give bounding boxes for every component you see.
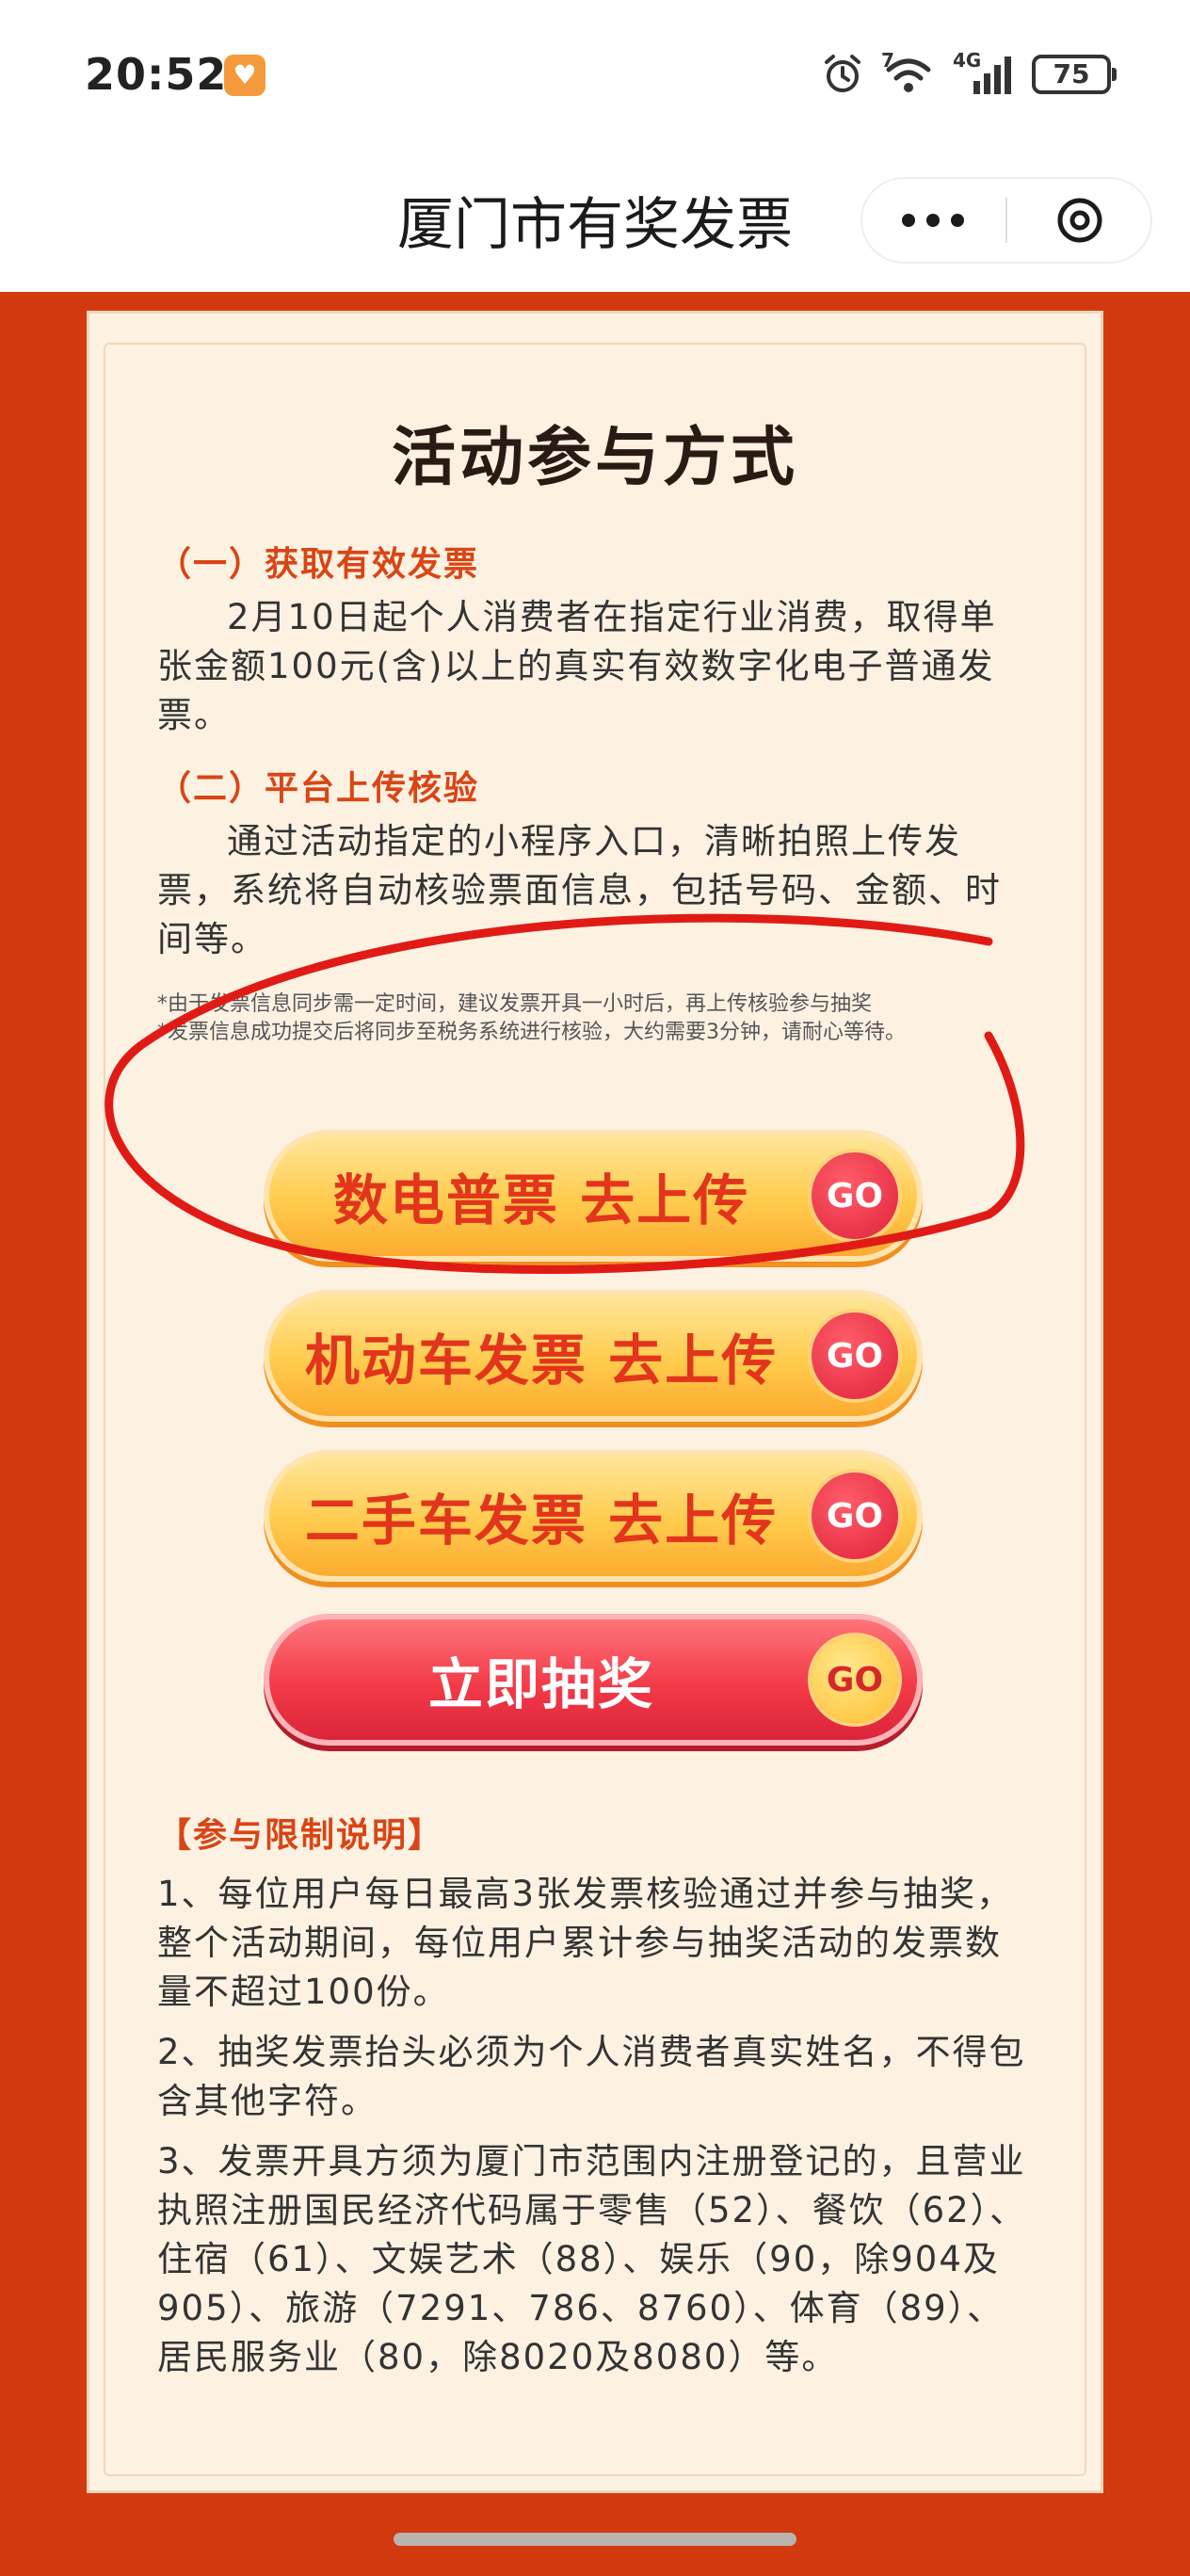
button-label: 机动车发票 去上传 bbox=[304, 1328, 779, 1393]
more-options-button[interactable] bbox=[860, 177, 1005, 264]
limits-item: 1、每位用户每日最高3张发票核验通过并参与抽奖，整个活动期间，每位用户累计参与抽… bbox=[157, 1874, 1014, 2012]
status-icons: 7 4G 75 bbox=[821, 49, 1117, 98]
more-dots-icon bbox=[902, 214, 915, 227]
wifi-indicator: 7 bbox=[881, 49, 936, 96]
more-dots-icon bbox=[951, 214, 964, 227]
cellular-indicator: 4G bbox=[953, 49, 1015, 96]
section-body: 2月10日起个人消费者在指定行业消费，取得单张金额100元(含)以上的真实有效数… bbox=[157, 597, 997, 735]
card-title-wrap: 活动参与方式 bbox=[87, 405, 1103, 498]
section-get-invoice: （一）获取有效发票 2月10日起个人消费者在指定行业消费，取得单张金额100元(… bbox=[157, 537, 1033, 740]
upload-motor-vehicle-invoice-button[interactable]: 机动车发票 去上传 GO bbox=[264, 1290, 923, 1422]
more-dots-icon bbox=[926, 214, 940, 227]
note-text: *发票信息成功提交后将同步至税务系统进行核验，大约需要3分钟，请耐心等待。 bbox=[157, 1021, 906, 1044]
button-label: 二手车发票 去上传 bbox=[304, 1489, 779, 1553]
mini-program-nav-bar: 厦门市有奖发票 bbox=[0, 151, 1190, 292]
section-heading: （一）获取有效发票 bbox=[157, 545, 480, 584]
upload-digital-invoice-button[interactable]: 数电普票 去上传 GO bbox=[264, 1130, 923, 1262]
battery-icon: 75 bbox=[1032, 55, 1117, 94]
wifi-badge: 7 bbox=[881, 49, 894, 72]
go-badge: GO bbox=[812, 1473, 898, 1559]
ticket-scallop-edge bbox=[87, 298, 1103, 324]
status-bar: 20:52 ♥ 7 4G 75 bbox=[0, 0, 1190, 151]
section-upload-verify: （二）平台上传核验 通过活动指定的小程序入口，清晰拍照上传发票，系统将自动核验票… bbox=[157, 761, 1033, 964]
heart-icon: ♥ bbox=[224, 55, 265, 96]
card-title: 活动参与方式 bbox=[381, 405, 809, 498]
alarm-clock-icon bbox=[825, 55, 860, 92]
section-body: 通过活动指定的小程序入口，清晰拍照上传发票，系统将自动核验票面信息，包括号码、金… bbox=[157, 821, 1002, 959]
participation-limits: 【参与限制说明】 1、每位用户每日最高3张发票核验通过并参与抽奖，整个活动期间，… bbox=[157, 1808, 1033, 2393]
draw-lottery-button[interactable]: 立即抽奖 GO bbox=[264, 1614, 923, 1746]
home-indicator bbox=[394, 2533, 796, 2546]
limits-item: 3、发票开具方须为厦门市范围内注册登记的，且营业执照注册国民经济代码属于零售（5… bbox=[157, 2141, 1027, 2377]
upload-used-car-invoice-button[interactable]: 二手车发票 去上传 GO bbox=[264, 1450, 923, 1582]
go-badge: GO bbox=[812, 1312, 898, 1399]
limits-heading: 【参与限制说明】 bbox=[157, 1816, 444, 1855]
note-text: *由于发票信息同步需一定时间，建议发票开具一小时后，再上传核验参与抽奖 bbox=[157, 992, 873, 1016]
mini-program-capsule bbox=[860, 177, 1152, 264]
close-button[interactable] bbox=[1007, 177, 1152, 264]
button-label: 数电普票 去上传 bbox=[332, 1168, 750, 1232]
go-badge: GO bbox=[812, 1636, 898, 1723]
activity-card: 活动参与方式 （一）获取有效发票 2月10日起个人消费者在指定行业消费，取得单张… bbox=[87, 298, 1103, 2493]
limits-item: 2、抽奖发票抬头必须为个人消费者真实姓名，不得包含其他字符。 bbox=[157, 2032, 1026, 2121]
network-label: 4G bbox=[953, 49, 982, 72]
go-badge: GO bbox=[812, 1152, 898, 1239]
upload-notes: *由于发票信息同步需一定时间，建议发票开具一小时后，再上传核验参与抽奖 *发票信… bbox=[157, 990, 1033, 1047]
section-heading: （二）平台上传核验 bbox=[157, 769, 480, 808]
status-time: 20:52 bbox=[85, 49, 228, 100]
close-circle-icon bbox=[1057, 198, 1102, 243]
button-label: 立即抽奖 bbox=[427, 1652, 654, 1716]
